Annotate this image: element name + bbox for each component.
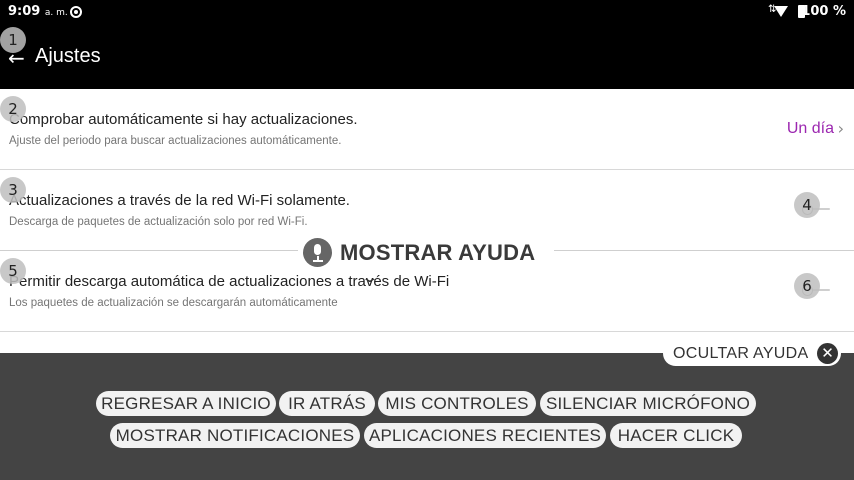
hide-help-button[interactable]: OCULTAR AYUDA ✕ (663, 341, 841, 366)
setting-title: Permitir descarga automática de actualiz… (9, 273, 450, 290)
command-recent-apps[interactable]: APLICACIONES RECIENTES (364, 423, 606, 448)
setting-subtitle: Los paquetes de actualización se descarg… (9, 297, 338, 309)
setting-title: Actualizaciones a través de la red Wi-Fi… (9, 192, 350, 209)
hide-help-label: OCULTAR AYUDA (673, 345, 809, 362)
status-bar: 9:09 a. m. ⇅ 100 % (0, 0, 854, 24)
show-help-label[interactable]: MOSTRAR AYUDA (340, 240, 535, 266)
setting-subtitle: Descarga de paquetes de actualización so… (9, 216, 308, 228)
setting-title: Comprobar automáticamente si hay actuali… (9, 111, 358, 128)
mic-capsule (314, 244, 321, 255)
overlay-number-badge[interactable]: 3 (0, 177, 26, 203)
command-my-controls[interactable]: MIS CONTROLES (378, 391, 536, 416)
battery-level: 100 % (801, 4, 846, 19)
overlay-number-badge[interactable]: 5 (0, 258, 26, 284)
help-divider-right (554, 250, 854, 251)
command-mute-microphone[interactable]: SILENCIAR MICRÓFONO (540, 391, 756, 416)
status-time-ampm: a. m. (44, 8, 68, 18)
notification-icon (70, 6, 82, 18)
chevron-right-icon: › (837, 119, 844, 138)
chevron-down-icon: ⌄ (360, 270, 380, 286)
app-bar: ← Ajustes (0, 24, 854, 89)
voice-commands-panel (0, 353, 854, 480)
command-click[interactable]: HACER CLICK (610, 423, 742, 448)
page-title: Ajustes (35, 45, 101, 67)
setting-subtitle: Ajuste del periodo para buscar actualiza… (9, 135, 342, 147)
overlay-number-badge[interactable]: 4 (794, 192, 820, 218)
command-go-home[interactable]: REGRESAR A INICIO (96, 391, 276, 416)
setting-auto-check[interactable]: Comprobar automáticamente si hay actuali… (0, 89, 854, 170)
overlay-number-badge[interactable]: 2 (0, 96, 26, 122)
help-divider-left (0, 250, 298, 251)
status-time-value: 9:09 (8, 4, 41, 19)
overlay-number-badge[interactable]: 6 (794, 273, 820, 299)
close-icon[interactable]: ✕ (817, 343, 838, 364)
mic-base (313, 260, 323, 262)
command-show-notifications[interactable]: MOSTRAR NOTIFICACIONES (110, 423, 360, 448)
status-time: 9:09 a. m. (8, 4, 68, 19)
microphone-icon[interactable] (303, 238, 332, 267)
command-go-back[interactable]: IR ATRÁS (279, 391, 375, 416)
wifi-icon (774, 6, 788, 17)
overlay-number-badge[interactable]: 1 (0, 27, 26, 53)
check-period-value[interactable]: Un día (787, 120, 834, 138)
